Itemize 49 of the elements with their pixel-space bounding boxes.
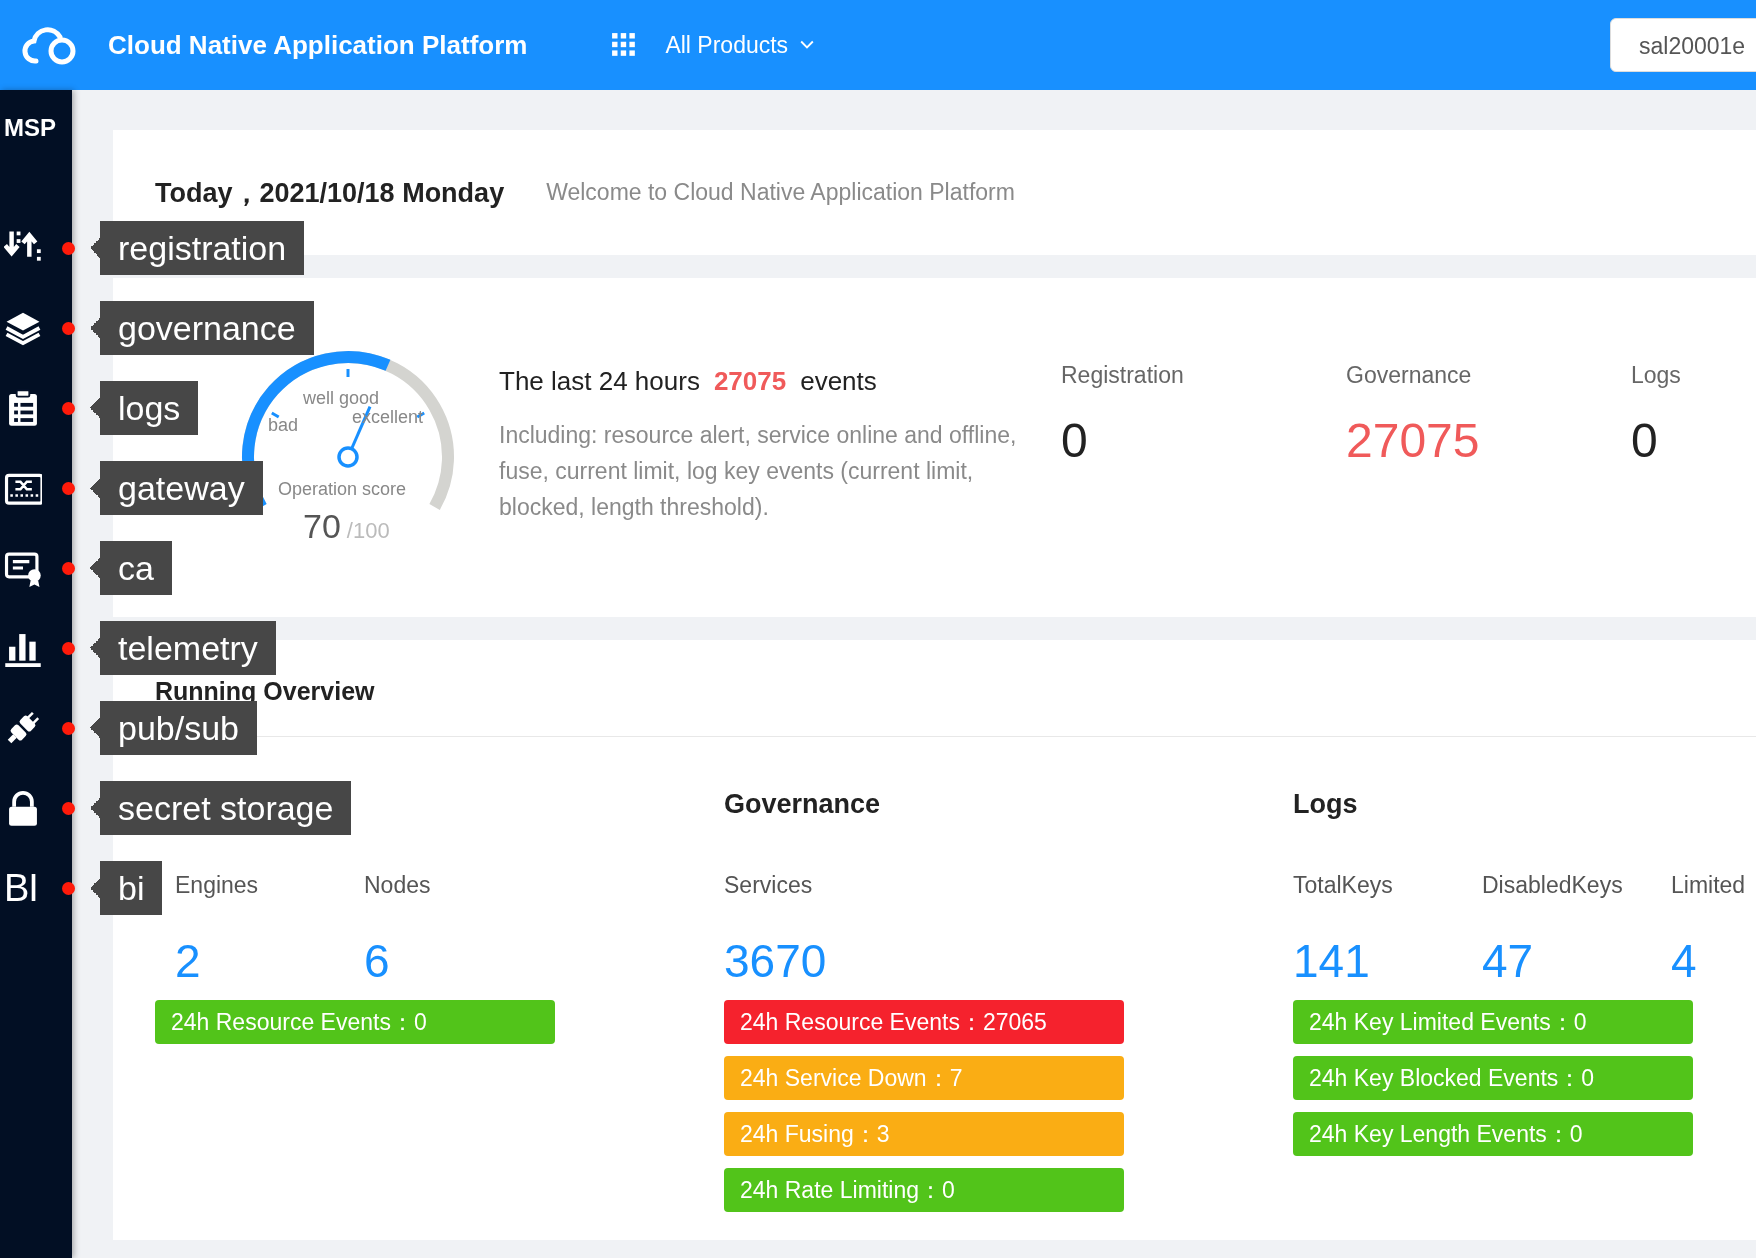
metric-label: Services xyxy=(724,872,814,899)
tooltip: bi xyxy=(90,861,163,915)
stat-label: Logs xyxy=(1631,362,1682,389)
event-bar: 24h Key Length Events：0 xyxy=(1293,1112,1693,1156)
metric-value: 2 xyxy=(175,934,202,988)
event-bar: 24h Key Blocked Events：0 xyxy=(1293,1056,1693,1100)
event-bar: 24h Service Down：7 xyxy=(724,1056,1124,1100)
stat-value: 27075 xyxy=(1346,413,1481,468)
metric-label: Limited xyxy=(1671,872,1747,899)
gauge-title: Operation score xyxy=(278,479,407,500)
metric-label: Nodes xyxy=(364,872,432,899)
welcome-text: Welcome to Cloud Native Application Platform xyxy=(546,179,1015,206)
sidebar-title: MSP xyxy=(3,113,57,143)
group-title: Governance xyxy=(724,789,882,820)
metric-value: 3670 xyxy=(724,934,828,988)
metric-label: TotalKeys xyxy=(1293,872,1394,899)
event-bar: 24h Key Limited Events：0 xyxy=(1293,1000,1693,1044)
event-bar: 24h Rate Limiting：0 xyxy=(724,1168,1124,1212)
score-value: 70 xyxy=(303,507,341,546)
today-date: Today，2021/10/18 Monday xyxy=(155,176,505,210)
stat-label: Governance xyxy=(1346,362,1473,389)
gauge-label: bad xyxy=(268,415,299,436)
metric-value: 47 xyxy=(1482,934,1535,988)
cloud-logo-icon xyxy=(22,25,78,65)
events-prefix: The last 24 hours xyxy=(499,366,700,397)
events-count: 27075 xyxy=(713,366,787,397)
group-title: Logs xyxy=(1293,789,1359,820)
stat-value: 0 xyxy=(1061,413,1089,468)
stat-value: 0 xyxy=(1631,413,1659,468)
metric-value: 6 xyxy=(364,934,391,988)
app-title: Cloud Native Application Platform xyxy=(108,29,528,61)
event-bar: 24h Resource Events：0 xyxy=(155,1000,555,1044)
stat-label: Registration xyxy=(1061,362,1185,389)
bi-logo[interactable]: BI xyxy=(4,866,38,910)
metric-label: Engines xyxy=(175,872,260,899)
certificate-icon[interactable] xyxy=(4,549,42,587)
events-description: Including: resource alert, service online and offline, fuse, current limit, log key events (current limit, blocked, length threshold). xyxy=(499,421,1018,522)
gauge-label: well good xyxy=(303,388,380,409)
event-bar: 24h Resource Events：27065 xyxy=(724,1000,1124,1044)
metric-value: 4 xyxy=(1671,934,1698,988)
events-suffix: events xyxy=(800,366,877,397)
metric-value: 141 xyxy=(1293,934,1371,988)
tooltip: ca xyxy=(90,541,172,595)
user-account-box[interactable]: sal20001e xyxy=(1610,18,1756,72)
caret-icon xyxy=(800,40,815,50)
event-bar: 24h Fusing：3 xyxy=(724,1112,1124,1156)
metric-label: DisabledKeys xyxy=(1482,872,1624,899)
apps-grid-icon[interactable] xyxy=(611,32,638,58)
score-max: /100 xyxy=(346,518,390,544)
